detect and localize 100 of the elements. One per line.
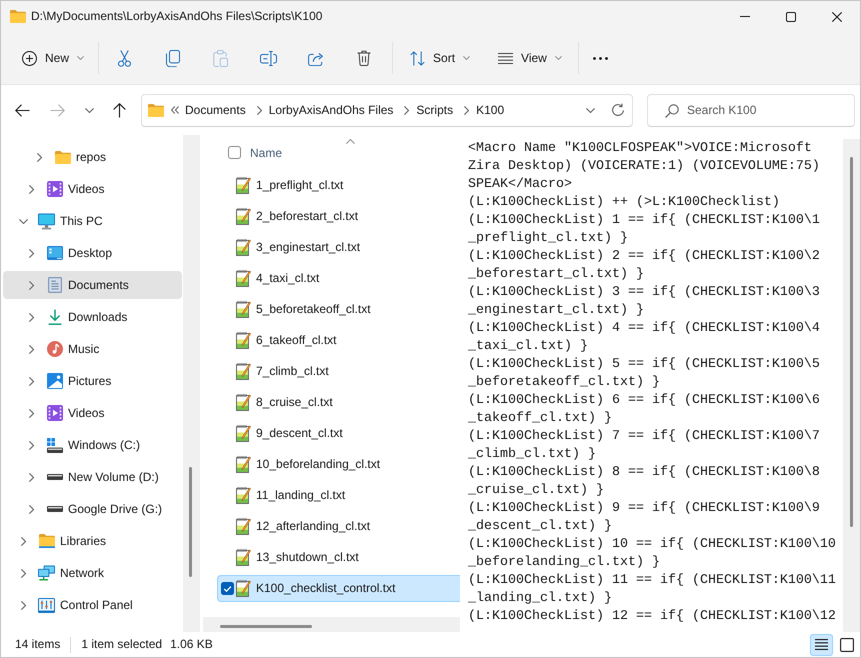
file-size-text: 1.06 KB [170,637,213,652]
file-row[interactable]: 2_beforestart_cl.txt [217,203,460,230]
chevron-right-icon[interactable] [28,376,34,386]
chevron-right-icon[interactable] [20,600,26,610]
breadcrumb[interactable]: Documents [183,98,248,122]
chevron-right-icon[interactable] [404,106,410,114]
breadcrumb[interactable]: K100 [474,98,506,122]
text-file-icon [236,549,251,566]
file-row[interactable]: 13_shutdown_cl.txt [217,544,460,571]
preview-line: <Macro Name "K100CLFOSPEAK">VOICE:Microsoft [468,140,813,158]
chevron-down-icon[interactable] [18,218,28,224]
chevron-right-icon[interactable] [20,536,26,546]
row-checkbox[interactable] [221,582,234,595]
scrollbar-track[interactable] [843,139,860,632]
sidebar-item[interactable]: This PC [3,207,182,235]
preview-line: _cruise_cl.txt) } [468,482,605,500]
trash-icon [357,50,372,66]
select-all-checkbox[interactable] [228,146,241,159]
chevron-right-icon[interactable] [36,152,42,162]
preview-line: _beforetakeoff_cl.txt) } [468,374,661,392]
sidebar-item[interactable]: Downloads [3,303,182,331]
file-row[interactable]: 5_beforetakeoff_cl.txt [217,296,460,323]
scrollbar-track[interactable] [203,617,460,632]
preview-line: Zira Desktop) (VOICERATE:1) (VOICEVOLUME:75) [468,158,821,176]
chevron-right-icon[interactable] [28,184,34,194]
lines-icon [815,639,828,650]
column-header[interactable]: Name [250,135,450,170]
text-file-icon [236,208,251,225]
copy-icon [164,50,180,66]
sidebar-item[interactable]: New Volume (D:) [3,463,182,491]
sidebar-item[interactable]: repos [3,143,182,171]
control-panel-icon [38,598,55,612]
maximize-icon [786,12,796,22]
clipboard-icon [212,50,228,66]
window-title: D:\MyDocuments\LorbyAxisAndOhs Files\Scripts\K100 [31,9,322,24]
sidebar-item[interactable]: Videos [3,175,182,203]
sidebar-item[interactable]: Google Drive (G:) [3,495,182,523]
file-row[interactable]: 4_taxi_cl.txt [217,265,460,292]
view-button[interactable]: View [486,41,570,75]
chevron-right-icon[interactable] [256,106,262,114]
address-bar[interactable]: Documents LorbyAxisAndOhs Files Scripts K100 [141,94,633,126]
text-file-icon [236,177,251,194]
chevron-right-icon[interactable] [28,440,34,450]
scrollbar-thumb[interactable] [850,157,853,527]
sidebar-item[interactable]: Documents [3,271,182,299]
text-file-icon [236,394,251,411]
text-file-icon [236,518,251,535]
text-file-icon [236,363,251,380]
file-row[interactable]: 3_enginestart_cl.txt [217,234,460,261]
preview-line: SPEAK</Macro> [468,176,573,194]
search-field[interactable]: Search K100 [647,94,855,126]
sidebar-item[interactable]: Videos [3,399,182,427]
sidebar-item[interactable]: Pictures [3,367,182,395]
chevron-right-icon[interactable] [28,280,34,290]
sort-button[interactable]: Sort [398,41,478,75]
sort-arrows-icon [410,50,426,66]
sidebar-item[interactable]: Libraries [3,527,182,555]
scrollbar-thumb[interactable] [189,467,192,577]
folder-icon [54,150,70,164]
close-icon [832,12,842,22]
caret-down-icon [554,56,562,60]
preview-line: (L:K100CheckList) 6 == if{ (CHECKLIST:K100\6 [468,392,821,410]
library-folder-icon [38,534,54,548]
preview-line: (L:K100CheckList) 9 == if{ (CHECKLIST:K100\9 [468,500,821,518]
download-arrow-icon [48,309,62,325]
sidebar-item[interactable]: Windows (C:) [3,431,182,459]
file-row[interactable]: 6_takeoff_cl.txt [217,327,460,354]
sidebar-item[interactable]: Network [3,559,182,587]
preview-line: (L:K100CheckList) 3 == if{ (CHECKLIST:K100\3 [468,284,821,302]
double-chevron-icon[interactable] [171,106,179,114]
folder-icon [148,104,164,116]
file-row[interactable]: 9_descent_cl.txt [217,420,460,447]
details-view-button[interactable] [810,634,833,656]
chevron-right-icon[interactable] [28,408,34,418]
file-row[interactable]: 11_landing_cl.txt [217,482,460,509]
sidebar-item[interactable]: Control Panel [3,591,182,619]
file-row[interactable]: 10_beforelanding_cl.txt [217,451,460,478]
chevron-right-icon[interactable] [20,568,26,578]
file-row[interactable]: 8_cruise_cl.txt [217,389,460,416]
chevron-right-icon[interactable] [28,344,34,354]
scrollbar-thumb[interactable] [220,625,312,628]
file-row[interactable]: K100_checklist_control.txt [217,575,460,602]
breadcrumb[interactable]: Scripts [414,98,456,122]
chevron-right-icon[interactable] [28,248,34,258]
square-icon [840,638,854,652]
caret-down-icon [463,56,470,60]
chevron-right-icon[interactable] [28,312,34,322]
chevron-right-icon[interactable] [28,504,34,514]
sidebar-item[interactable]: Desktop [3,239,182,267]
file-row[interactable]: 12_afterlanding_cl.txt [217,513,460,540]
sidebar-item[interactable]: Music [3,335,182,363]
chevron-right-icon[interactable] [28,472,34,482]
chevron-down-icon [586,108,594,112]
new-button[interactable]: New [12,41,90,75]
file-row[interactable]: 1_preflight_cl.txt [217,172,460,199]
scrollbar-track[interactable] [183,135,200,632]
windows-drive-icon [46,438,62,452]
breadcrumb[interactable]: LorbyAxisAndOhs Files [266,98,396,122]
file-row[interactable]: 7_climb_cl.txt [217,358,460,385]
chevron-right-icon[interactable] [464,106,470,114]
